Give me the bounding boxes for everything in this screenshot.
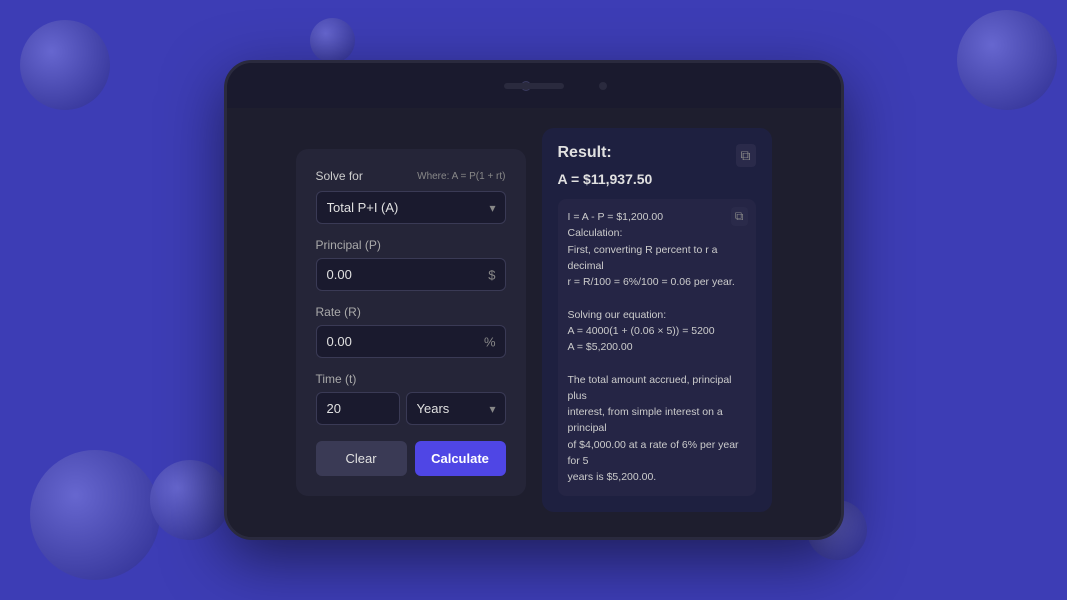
rate-input[interactable] bbox=[316, 325, 506, 358]
time-label: Time (t) bbox=[316, 372, 506, 386]
formula-label: Where: A = P(1 + rt) bbox=[417, 171, 505, 182]
bg-sphere-top-right bbox=[957, 10, 1057, 110]
calculate-button[interactable]: Calculate bbox=[415, 441, 506, 476]
copy-result-icon[interactable]: ⧉ bbox=[736, 144, 756, 167]
solve-for-select-wrapper: Total P+I (A) Principal (P) Rate (R) Tim… bbox=[316, 191, 506, 224]
result-header: Result: ⧉ bbox=[558, 144, 756, 167]
bg-sphere-top-mid bbox=[310, 18, 355, 63]
copy-detail-icon[interactable]: ⧉ bbox=[731, 207, 748, 226]
tablet-mic bbox=[599, 82, 607, 90]
rate-label: Rate (R) bbox=[316, 305, 506, 319]
calculator-panel: Solve for Where: A = P(1 + rt) Total P+I… bbox=[296, 149, 526, 496]
tablet-top-bar bbox=[227, 63, 841, 108]
result-detail-text: I = A - P = $1,200.00 Calculation: First… bbox=[568, 209, 746, 486]
solve-for-group: Solve for Where: A = P(1 + rt) Total P+I… bbox=[316, 169, 506, 224]
result-detail-box: ⧉ I = A - P = $1,200.00 Calculation: Fir… bbox=[558, 199, 756, 496]
tablet-device: Solve for Where: A = P(1 + rt) Total P+I… bbox=[224, 60, 844, 540]
principal-suffix-icon: $ bbox=[488, 267, 495, 282]
rate-input-wrapper: % bbox=[316, 325, 506, 358]
principal-input[interactable] bbox=[316, 258, 506, 291]
time-unit-select[interactable]: Years Months Days bbox=[406, 392, 506, 425]
solve-for-header: Solve for Where: A = P(1 + rt) bbox=[316, 169, 506, 183]
principal-group: Principal (P) $ bbox=[316, 238, 506, 291]
bg-sphere-bottom-left bbox=[30, 450, 160, 580]
tablet-content: Solve for Where: A = P(1 + rt) Total P+I… bbox=[227, 108, 841, 537]
solve-for-select[interactable]: Total P+I (A) Principal (P) Rate (R) Tim… bbox=[316, 191, 506, 224]
bg-sphere-bottom-mid-left bbox=[150, 460, 230, 540]
solve-for-label: Solve for bbox=[316, 169, 363, 183]
result-title: Result: bbox=[558, 144, 612, 162]
time-input-wrapper bbox=[316, 392, 400, 425]
time-unit-select-wrapper: Years Months Days ▾ bbox=[406, 392, 506, 425]
time-group: Time (t) Years Months Days ▾ bbox=[316, 372, 506, 425]
principal-label: Principal (P) bbox=[316, 238, 506, 252]
result-main-value: A = $11,937.50 bbox=[558, 171, 756, 187]
result-panel: Result: ⧉ A = $11,937.50 ⧉ I = A - P = $… bbox=[542, 128, 772, 512]
rate-suffix-icon: % bbox=[484, 334, 496, 349]
tablet-speaker bbox=[504, 83, 564, 89]
rate-group: Rate (R) % bbox=[316, 305, 506, 358]
button-row: Clear Calculate bbox=[316, 441, 506, 476]
time-row: Years Months Days ▾ bbox=[316, 392, 506, 425]
principal-input-wrapper: $ bbox=[316, 258, 506, 291]
clear-button[interactable]: Clear bbox=[316, 441, 407, 476]
time-input[interactable] bbox=[316, 392, 400, 425]
bg-sphere-top-left bbox=[20, 20, 110, 110]
